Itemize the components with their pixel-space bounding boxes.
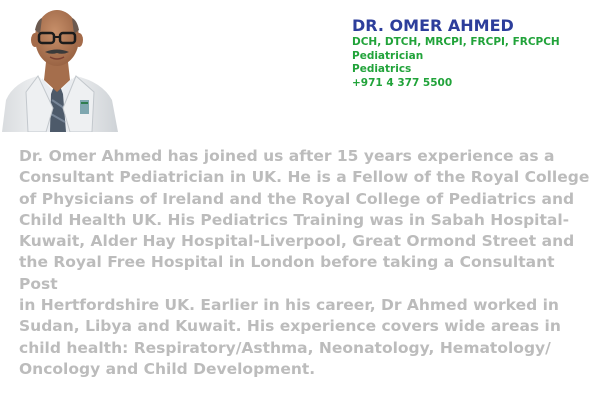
doctor-portrait-icon xyxy=(2,10,118,132)
doctor-bio: Dr. Omer Ahmed has joined us after 15 ye… xyxy=(19,147,590,378)
doctor-photo xyxy=(0,0,118,132)
doctor-header: DR. OMER AHMED DCH, DTCH, MRCPI, FRCPI, … xyxy=(352,16,592,90)
doctor-title: Pediatrician xyxy=(352,49,424,62)
doctor-credentials: DCH, DTCH, MRCPI, FRCPI, FRCPCH xyxy=(352,36,560,48)
doctor-department: Pediatrics xyxy=(352,63,412,76)
doctor-name: DR. OMER AHMED xyxy=(352,16,514,35)
doctor-phone: +971 4 377 5500 xyxy=(352,76,453,89)
